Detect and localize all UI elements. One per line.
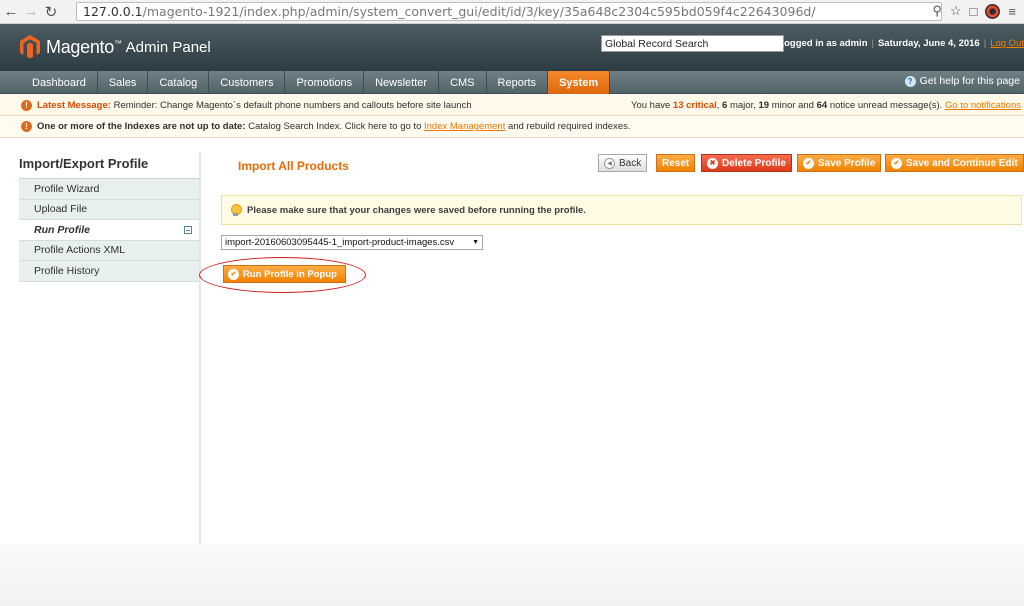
nav-promotions[interactable]: Promotions [285,71,365,94]
sidebar-item-profile-actions-xml[interactable]: Profile Actions XML [19,240,199,261]
help-link-label: Get help for this page [919,75,1020,87]
extension-icon[interactable] [985,3,1001,19]
index-warning-tail: and rebuild required indexes. [507,121,631,132]
cast-icon[interactable]: □ [970,4,978,19]
logged-in-text: Logged in as admin [778,38,868,49]
magento-logo-icon [20,35,40,59]
major-count: 6 [722,100,728,111]
footer-area [0,544,1024,606]
index-warning-label: One or more of the Indexes are not up to… [37,121,246,132]
save-continue-button[interactable]: ✔ Save and Continue Edit [885,154,1024,172]
index-management-link[interactable]: Index Management [424,121,505,132]
back-arrow-icon[interactable]: ← [2,2,20,22]
sidebar-title: Import/Export Profile [19,156,149,171]
alert-icon: ! [21,121,32,132]
selected-file: import-20160603095445-1_import-product-i… [225,237,455,248]
minor-count: 19 [758,100,770,111]
key-icon[interactable]: ⚲ [932,3,942,19]
browser-actions: ⚲ ☆ □ ≡ [932,3,1016,19]
sidebar-item-upload-file[interactable]: Upload File [19,199,199,220]
check-icon: ✔ [891,157,902,169]
global-record-search-input[interactable] [601,35,784,52]
nav-customers[interactable]: Customers [209,71,286,94]
url-host: 127.0.0.1 [83,4,143,19]
check-icon: ✔ [803,157,814,169]
back-icon: ◀ [604,157,615,169]
go-to-notifications-link[interactable]: Go to notifications [945,100,1021,111]
browser-toolbar: ← → ↻ 127.0.0.1/magento-1921/index.php/a… [0,0,1024,24]
page-title: Import All Products [238,159,349,173]
magento-logo[interactable]: Magento™ Admin Panel [20,35,211,59]
sidebar-item-profile-history[interactable]: Profile History [19,261,199,282]
save-warning-message: Please make sure that your changes were … [221,195,1022,225]
sidebar-tabs: Profile Wizard Upload File Run Profile P… [19,178,199,282]
logo-brand: Magento™ [46,36,122,57]
chevron-down-icon: ▼ [472,239,479,246]
latest-message-bar: ! Latest Message: Reminder: Change Magen… [0,95,1024,116]
help-icon: ? [904,75,916,87]
collapse-icon[interactable] [184,226,192,234]
header-user-info: Logged in as admin | Saturday, June 4, 201… [778,38,1024,49]
star-icon[interactable]: ☆ [950,3,962,19]
save-profile-button[interactable]: ✔ Save Profile [797,154,882,172]
nav-sales[interactable]: Sales [98,71,149,94]
latest-message-text: Reminder: Change Magento`s default phone… [113,99,472,111]
lightbulb-icon [230,203,242,217]
delete-icon: ✖ [707,157,718,169]
save-warning-text: Please make sure that your changes were … [247,204,586,216]
delete-profile-button[interactable]: ✖ Delete Profile [701,154,792,172]
unread-summary: You have 13 critical, 6 major, 19 minor … [631,100,1021,111]
highlight-annotation [199,257,366,293]
nav-newsletter[interactable]: Newsletter [364,71,440,94]
sidebar-divider [199,152,201,544]
current-date: Saturday, June 4, 2016 [877,38,980,49]
nav-system[interactable]: System [548,71,611,94]
admin-header: Magento™ Admin Panel Logged in as admin|… [0,24,1024,71]
notice-count: 64 [816,100,828,111]
nav-cms[interactable]: CMS [439,71,487,94]
index-warning-text: Catalog Search Index. Click here to go t… [248,121,422,132]
forward-arrow-icon[interactable]: → [22,2,40,22]
reset-button[interactable]: Reset [656,154,696,172]
index-warning-bar: ! One or more of the Indexes are not up … [0,116,1024,138]
main-nav: Dashboard Sales Catalog Customers Promot… [0,71,1024,94]
address-bar[interactable]: 127.0.0.1/magento-1921/index.php/admin/s… [76,2,942,21]
nav-reports[interactable]: Reports [487,71,549,94]
critical-count: 13 critical [672,100,717,111]
help-link[interactable]: ? Get help for this page [904,75,1020,87]
url-path: /magento-1921/index.php/admin/system_con… [142,4,816,19]
sidebar-item-run-profile[interactable]: Run Profile [19,220,199,241]
menu-icon[interactable]: ≡ [1008,4,1016,19]
nav-catalog[interactable]: Catalog [148,71,210,94]
back-button[interactable]: ◀ Back [598,154,648,172]
nav-dashboard[interactable]: Dashboard [0,71,98,94]
import-file-select[interactable]: import-20160603095445-1_import-product-i… [221,235,483,250]
latest-message-label: Latest Message: [37,99,111,111]
logo-subtitle: Admin Panel [125,38,211,56]
logout-link[interactable]: Log Out [990,38,1024,49]
sidebar-item-profile-wizard[interactable]: Profile Wizard [19,179,199,200]
alert-icon: ! [21,99,32,111]
reload-icon[interactable]: ↻ [42,2,60,22]
